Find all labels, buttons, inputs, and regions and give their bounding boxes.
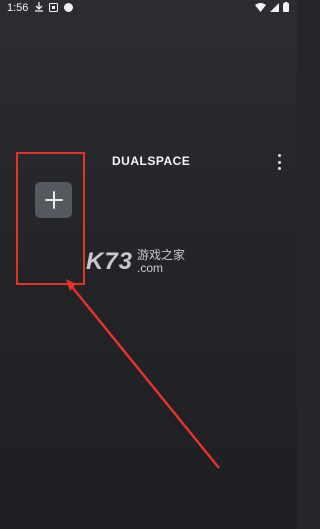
watermark-line2: .com bbox=[137, 261, 164, 275]
watermark: K73 游戏之家 .com bbox=[86, 248, 185, 276]
watermark-logo: K73 bbox=[86, 248, 134, 275]
